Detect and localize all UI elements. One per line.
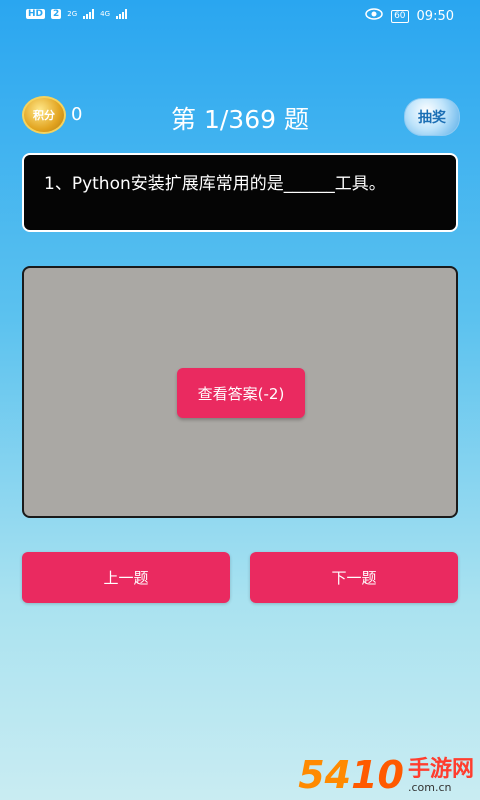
question-text: 1、Python安装扩展库常用的是______工具。 — [44, 174, 386, 194]
watermark-text-group: 手游网 .com.cn — [408, 758, 474, 794]
watermark-mark: 10 — [351, 753, 404, 797]
clock: 09:50 — [416, 8, 454, 24]
next-question-button[interactable]: 下一题 — [250, 552, 458, 603]
watermark-logo: 54 10 手游网 .com.cn — [298, 756, 474, 794]
hd-badge: HD — [26, 9, 46, 19]
signal-icon — [83, 9, 95, 19]
network-type-2: 4G — [100, 10, 111, 18]
eye-icon — [365, 8, 383, 24]
answer-panel: 查看答案(-2) — [22, 266, 458, 518]
lottery-button[interactable]: 抽奖 — [404, 98, 460, 136]
show-answer-button[interactable]: 查看答案(-2) — [177, 368, 305, 418]
prev-question-button[interactable]: 上一题 — [22, 552, 230, 603]
status-right: 60 09:50 — [365, 8, 454, 24]
battery-icon: 60 — [391, 9, 409, 23]
question-box: 1、Python安装扩展库常用的是______工具。 — [22, 153, 458, 232]
signal-icon-2 — [116, 9, 128, 19]
watermark-number: 54 — [298, 753, 352, 797]
watermark-text: 手游网 — [407, 757, 474, 782]
network-type-1: 2G — [67, 10, 78, 18]
watermark-domain: .com.cn — [407, 781, 452, 794]
sim-badge: 2 — [51, 9, 62, 19]
status-left: HD 2 2G 4G — [26, 9, 128, 19]
status-bar: HD 2 2G 4G 60 09:50 — [0, 0, 480, 34]
